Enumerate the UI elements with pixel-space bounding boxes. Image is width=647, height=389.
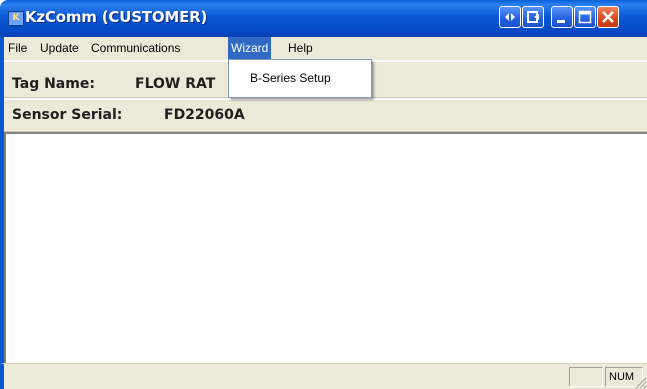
menu-item-b-series-setup[interactable]: B-Series Setup: [229, 68, 371, 88]
menu-update[interactable]: Update: [37, 37, 82, 60]
main-content-area[interactable]: [4, 132, 647, 363]
menu-communications[interactable]: Communications: [88, 37, 183, 60]
menu-bar: File Update Communications Wizard Help: [0, 37, 647, 60]
maximize-icon[interactable]: [574, 6, 596, 28]
sensor-serial-value: FD22060A: [164, 107, 245, 123]
app-window: K KzComm (CUSTOMER) File Update Communic…: [0, 0, 647, 389]
tag-name-value: FLOW RAT: [135, 76, 216, 92]
status-panel-blank: [569, 367, 603, 387]
status-bar: NUM: [0, 363, 647, 389]
minimize-icon[interactable]: [551, 6, 573, 28]
title-bar[interactable]: K KzComm (CUSTOMER): [0, 0, 647, 37]
window-title: KzComm (CUSTOMER): [25, 8, 208, 26]
menu-file[interactable]: File: [5, 37, 30, 60]
wizard-dropdown-menu: B-Series Setup: [228, 59, 372, 98]
sensor-serial-label: Sensor Serial:: [12, 107, 123, 123]
sensor-serial-bar: Sensor Serial: FD22060A: [4, 100, 647, 132]
menu-wizard[interactable]: Wizard: [228, 37, 272, 60]
exit-icon[interactable]: [522, 6, 544, 28]
close-icon[interactable]: [597, 6, 619, 28]
kz-app-icon[interactable]: K: [8, 11, 24, 26]
swap-icon[interactable]: [499, 6, 521, 28]
menu-help[interactable]: Help: [285, 37, 316, 60]
resize-grip-icon[interactable]: [633, 375, 647, 389]
tag-name-label: Tag Name:: [12, 76, 95, 92]
